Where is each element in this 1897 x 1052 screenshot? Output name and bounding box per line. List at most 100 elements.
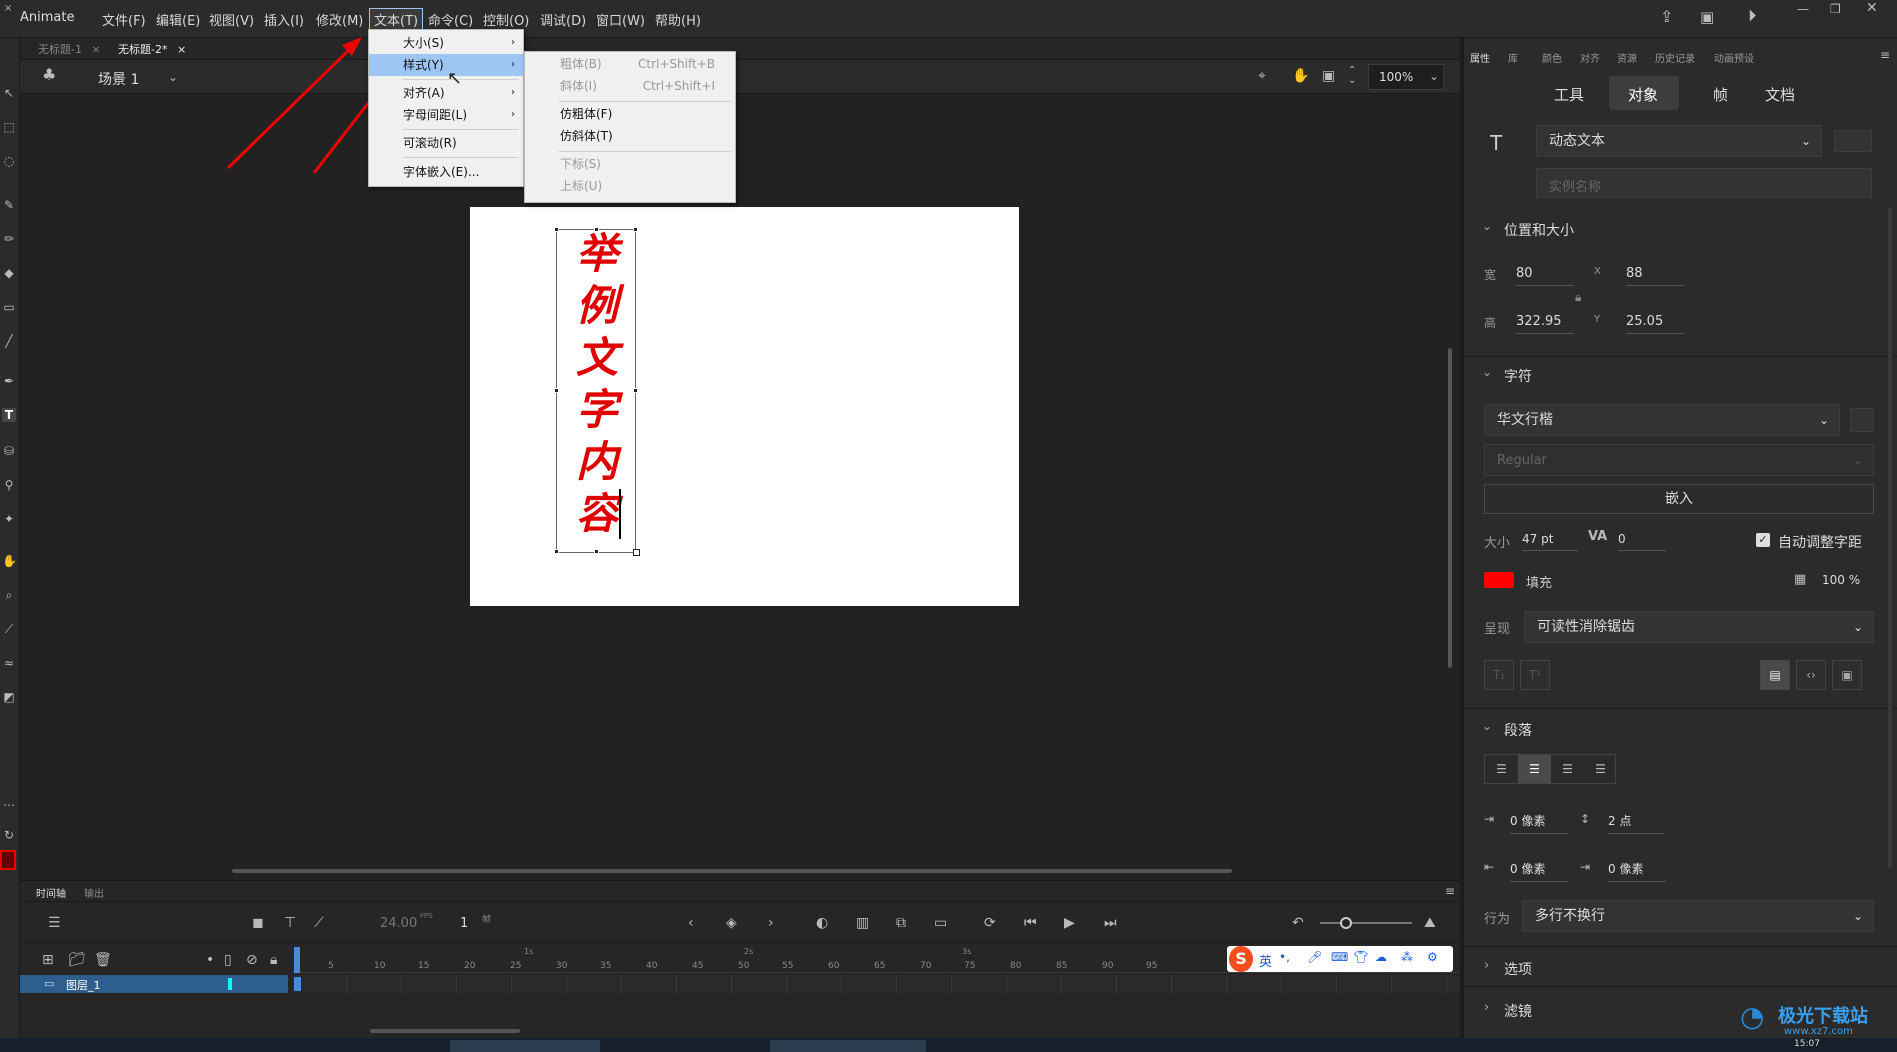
menu-item-letter-spacing[interactable]: 字母间距(L) ›: [369, 104, 523, 126]
lock-icon[interactable]: 🔒︎: [1575, 290, 1581, 304]
frame-value[interactable]: 1: [460, 916, 468, 931]
taskbar-app[interactable]: [770, 1040, 926, 1052]
edit-multiple-icon[interactable]: ▥: [856, 916, 869, 930]
segment-object[interactable]: 对象: [1628, 84, 1658, 105]
panel-scrollbar[interactable]: [1888, 208, 1892, 868]
segment-tools[interactable]: 工具: [1554, 84, 1584, 105]
tab-history[interactable]: 历史记录: [1655, 50, 1695, 65]
taskbar-app[interactable]: [450, 1040, 600, 1052]
behavior-dropdown[interactable]: 多行不换行 ⌄: [1522, 900, 1874, 932]
x-value[interactable]: 88: [1626, 266, 1684, 286]
play-icon[interactable]: ▶: [1064, 916, 1075, 930]
cloud-icon[interactable]: ☁: [1375, 950, 1387, 964]
undo-icon[interactable]: ↶: [1292, 916, 1304, 930]
render-dropdown[interactable]: 可读性消除锯齿 ⌄: [1524, 611, 1874, 643]
layer-row[interactable]: ▭ 图层_1: [20, 975, 288, 993]
align-right-icon[interactable]: ☰: [1551, 755, 1584, 783]
sync-icon[interactable]: ⧉: [896, 916, 906, 930]
y-value[interactable]: 25.05: [1626, 314, 1684, 334]
segment-document[interactable]: 文档: [1765, 84, 1795, 105]
outline-icon[interactable]: ▯: [224, 953, 232, 967]
height-value[interactable]: 322.95: [1516, 314, 1574, 334]
settings-icon[interactable]: ⚙: [1427, 950, 1438, 964]
fill-color-swatch[interactable]: [1484, 572, 1514, 588]
align-justify-icon[interactable]: ☰: [1584, 755, 1617, 783]
right-margin-value[interactable]: 0 像素: [1608, 860, 1666, 882]
instance-name-input[interactable]: 实例名称: [1536, 168, 1872, 198]
step-forward-icon[interactable]: ⏭: [1104, 916, 1117, 930]
position-section-title[interactable]: 位置和大小: [1504, 220, 1574, 240]
layer-name[interactable]: 图层_1: [66, 977, 101, 993]
letter-spacing-value[interactable]: 0: [1618, 532, 1666, 551]
tab-timeline[interactable]: 时间轴: [36, 885, 66, 900]
playhead[interactable]: [294, 947, 300, 973]
add-folder-icon[interactable]: 📁︎: [68, 953, 86, 967]
keyboard-icon[interactable]: ⌨: [1331, 950, 1348, 964]
microphone-icon[interactable]: 🎤︎: [1307, 950, 1322, 964]
line-spacing-value[interactable]: 2 点: [1608, 812, 1664, 834]
auto-kern-checkbox[interactable]: ✓: [1756, 533, 1770, 547]
parenting-icon[interactable]: ⊤: [284, 916, 296, 930]
options-section-title[interactable]: 选项: [1504, 959, 1532, 979]
menu-item-scrollable[interactable]: 可滚动(R): [369, 132, 523, 154]
border-toggle-icon[interactable]: ▣: [1832, 660, 1862, 690]
highlight-icon[interactable]: •: [206, 953, 214, 967]
menu-item-faux-italic[interactable]: 仿斜体(T): [525, 125, 735, 147]
tab-properties[interactable]: 属性: [1470, 50, 1490, 65]
fit-frames-icon[interactable]: ⛰: [1424, 916, 1436, 930]
fps-value[interactable]: 24.00: [380, 916, 417, 931]
ime-lang[interactable]: 英: [1259, 951, 1272, 970]
menu-item-font-embed[interactable]: 字体嵌入(E)...: [369, 161, 523, 183]
embed-options-button[interactable]: [1834, 130, 1872, 152]
camera-icon[interactable]: ◼: [252, 916, 264, 930]
loop-icon[interactable]: ⟳: [984, 916, 996, 930]
lock-icon[interactable]: 🔒︎: [270, 953, 277, 967]
chevron-down-icon[interactable]: ⌄: [1482, 365, 1492, 379]
tab-color[interactable]: 颜色: [1542, 50, 1562, 65]
chevron-right-icon[interactable]: ›: [1484, 958, 1489, 973]
indent-value[interactable]: 0 像素: [1510, 812, 1568, 834]
delete-layer-icon[interactable]: 🗑︎: [94, 953, 112, 967]
zoom-slider[interactable]: [1320, 917, 1412, 929]
skin-icon[interactable]: 👕︎: [1353, 950, 1368, 964]
layers-icon[interactable]: ☰: [48, 916, 61, 930]
frame-track[interactable]: [292, 975, 1460, 993]
chevron-right-icon[interactable]: ›: [1484, 1000, 1489, 1015]
embed-button[interactable]: 嵌入: [1484, 484, 1874, 514]
menu-item-style[interactable]: 样式(Y) ›: [369, 54, 523, 76]
ime-punct-icon[interactable]: •,: [1279, 950, 1290, 964]
apps-icon[interactable]: ⁂: [1401, 950, 1413, 964]
segment-frame[interactable]: 帧: [1713, 84, 1728, 105]
text-type-dropdown[interactable]: 动态文本 ⌄: [1536, 125, 1822, 157]
chevron-right-icon[interactable]: ›: [768, 916, 774, 930]
align-left-icon[interactable]: ☰: [1485, 755, 1518, 783]
sogou-logo-icon[interactable]: S: [1229, 946, 1253, 972]
panel-menu-icon[interactable]: ≡: [1445, 884, 1455, 898]
filters-section-title[interactable]: 滤镜: [1504, 1001, 1532, 1021]
chevron-down-icon[interactable]: ⌄: [1482, 719, 1492, 733]
step-back-icon[interactable]: ⏮: [1024, 916, 1037, 930]
menu-item-faux-bold[interactable]: 仿粗体(F): [525, 103, 735, 125]
menu-item-size[interactable]: 大小(S) ›: [369, 32, 523, 54]
size-value[interactable]: 47 pt: [1522, 532, 1578, 551]
font-sync-button[interactable]: [1850, 408, 1874, 432]
alpha-value[interactable]: 100 %: [1822, 573, 1860, 587]
onion-skin-icon[interactable]: ◐: [816, 916, 828, 930]
chevron-down-icon[interactable]: ⌄: [1482, 219, 1492, 233]
para-section-title[interactable]: 段落: [1504, 720, 1532, 740]
tab-motion-presets[interactable]: 动画预设: [1714, 50, 1754, 65]
timeline-scrollbar[interactable]: [370, 1029, 520, 1033]
font-family-dropdown[interactable]: 华文行楷 ⌄: [1484, 404, 1840, 436]
align-center-icon[interactable]: ☰: [1518, 755, 1551, 783]
graph-icon[interactable]: ⟋: [314, 916, 324, 930]
keyframe[interactable]: [294, 977, 301, 991]
left-margin-value[interactable]: 0 像素: [1510, 860, 1568, 882]
selectable-toggle-icon[interactable]: ▤: [1760, 660, 1790, 690]
frame-range-icon[interactable]: ▭: [934, 916, 947, 930]
visibility-icon[interactable]: ⊘: [246, 953, 258, 967]
tab-library[interactable]: 库: [1508, 50, 1518, 65]
tab-output[interactable]: 输出: [84, 885, 104, 900]
html-render-icon[interactable]: ‹›: [1796, 660, 1826, 690]
tab-assets[interactable]: 资源: [1617, 50, 1637, 65]
char-section-title[interactable]: 字符: [1504, 366, 1532, 386]
